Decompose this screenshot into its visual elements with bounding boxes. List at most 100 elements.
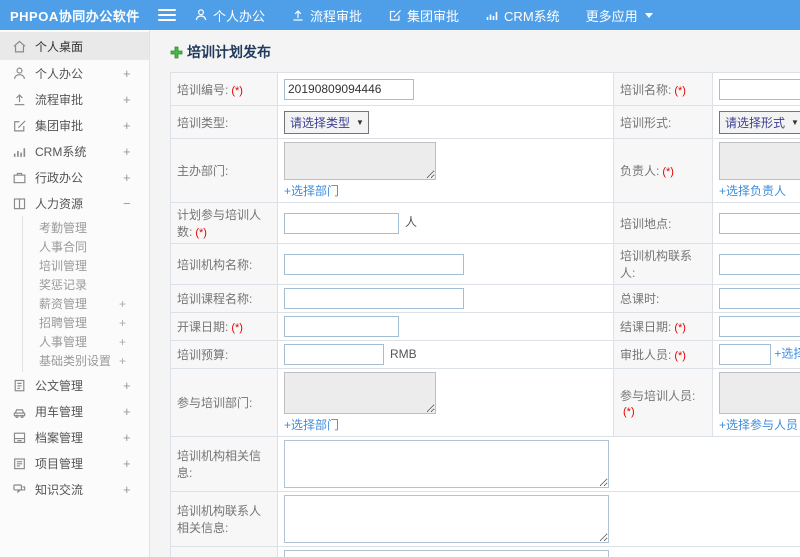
training-mode-label: 培训形式: [613, 105, 713, 139]
sidebar-item-admin-office[interactable]: 行政办公 + [0, 164, 149, 190]
host-dept-textarea[interactable] [284, 142, 436, 180]
planned-count-input[interactable] [284, 212, 399, 234]
approver-label: 审批人员: (*) [613, 340, 713, 369]
training-number-label: 培训编号: (*) [170, 72, 278, 106]
org-info-textarea[interactable] [284, 440, 609, 488]
nav-crm-system[interactable]: CRM系统 [485, 6, 560, 25]
sidebar-subitem-personnel[interactable]: 人事管理 + [23, 332, 149, 351]
nav-label: CRM系统 [504, 8, 560, 24]
total-hours-input[interactable] [719, 288, 800, 309]
sidebar-subitem-training[interactable]: 培训管理 [23, 256, 149, 275]
org-contact-label: 培训机构联系人: [613, 243, 713, 285]
training-name-input[interactable] [719, 78, 800, 100]
sidebar-subitem-attendance[interactable]: 考勤管理 [23, 218, 149, 237]
user-icon [12, 66, 27, 81]
hamburger-menu-icon[interactable] [158, 9, 176, 21]
sidebar: 个人桌面 个人办公 + 流程审批 + 集团审批 + CRM系统 + 行政办公 + [0, 30, 150, 557]
sidebar-item-hr[interactable]: 人力资源 − [0, 190, 149, 216]
approver-input[interactable] [719, 344, 771, 365]
nav-label: 个人办公 [213, 8, 266, 24]
budget-input[interactable] [284, 344, 384, 365]
location-label: 培训地点: [613, 202, 713, 244]
budget-label: 培训预算: [170, 340, 278, 369]
start-date-label: 开课日期: (*) [170, 312, 278, 341]
org-name-input[interactable] [284, 253, 464, 275]
sidebar-subitem-salary[interactable]: 薪资管理 + [23, 294, 149, 313]
green-plus-icon [170, 46, 183, 58]
top-nav: 个人办公 流程审批 集团审批 CRM系统 更多应用 [194, 6, 653, 25]
app-logo: PHPOA协同办公软件 [10, 8, 140, 24]
home-icon [12, 39, 27, 54]
sidebar-item-crm[interactable]: CRM系统 + [0, 138, 149, 164]
chart-icon [485, 8, 499, 22]
total-hours-label: 总课时: [613, 284, 713, 313]
requirement-label: 培训要求: [170, 546, 278, 557]
chat-icon [12, 482, 27, 497]
sidebar-item-document-mgmt[interactable]: 公文管理 + [0, 372, 149, 398]
training-name-label: 培训名称: (*) [613, 72, 713, 106]
document-icon [12, 378, 27, 393]
org-contact-info-label: 培训机构联系人相关信息: [170, 491, 278, 547]
training-plan-form: 培训编号:(*) 培训名称:(*) 培训类型: 请选择类型▼ 培训形式: 请选择… [170, 72, 800, 557]
location-input[interactable] [719, 212, 800, 234]
nav-group-approval[interactable]: 集团审批 [388, 6, 459, 25]
org-name-label: 培训机构名称: [170, 243, 278, 285]
sidebar-item-archive-mgmt[interactable]: 档案管理 + [0, 424, 149, 450]
sidebar-subitem-reward[interactable]: 奖惩记录 [23, 275, 149, 294]
training-mode-select[interactable]: 请选择形式 ▼ [719, 110, 800, 134]
sidebar-item-vehicle-mgmt[interactable]: 用车管理 + [0, 398, 149, 424]
training-type-label: 培训类型: [170, 105, 278, 139]
leader-textarea[interactable] [719, 142, 800, 180]
host-dept-label: 主办部门: [170, 138, 278, 203]
join-people-label: 参与培训人员:(*) [613, 368, 713, 437]
select-join-people-link[interactable]: +选择参与人员 [719, 418, 798, 432]
top-header: PHPOA协同办公软件 个人办公 流程审批 集团审批 CRM系统 更多应用 [0, 0, 800, 30]
sidebar-item-group-approval[interactable]: 集团审批 + [0, 112, 149, 138]
unit-ren: 人 [405, 215, 418, 230]
start-date-input[interactable] [284, 316, 399, 337]
join-people-textarea[interactable] [719, 372, 800, 414]
flow-icon [12, 92, 27, 107]
select-leader-link[interactable]: +选择负责人 [719, 184, 786, 198]
end-date-input[interactable] [719, 316, 800, 337]
training-number-input[interactable] [284, 78, 414, 100]
nav-more-apps[interactable]: 更多应用 [586, 6, 653, 25]
nav-personal-office[interactable]: 个人办公 [194, 6, 265, 25]
caret-down-icon [644, 12, 653, 18]
hr-submenu: 考勤管理 人事合同 培训管理 奖惩记录 薪资管理 + 招聘管理 + 人事管理 + 基础… [22, 216, 149, 372]
nav-label: 流程审批 [310, 8, 363, 24]
org-info-label: 培训机构相关信息: [170, 436, 278, 492]
org-contact-input[interactable] [719, 253, 800, 275]
page-title-row: 培训计划发布 [170, 42, 800, 62]
clipboard-icon [12, 456, 27, 471]
course-name-input[interactable] [284, 288, 464, 309]
sidebar-item-workflow-approval[interactable]: 流程审批 + [0, 86, 149, 112]
training-type-select[interactable]: 请选择类型 ▼ [284, 110, 369, 134]
nav-workflow-approval[interactable]: 流程审批 [291, 6, 362, 25]
sidebar-item-project-mgmt[interactable]: 项目管理 + [0, 450, 149, 476]
org-contact-info-textarea[interactable] [284, 495, 609, 543]
sidebar-subitem-base-category[interactable]: 基础类别设置 + [23, 351, 149, 370]
join-dept-textarea[interactable] [284, 372, 436, 414]
sidebar-item-personal-office[interactable]: 个人办公 + [0, 60, 149, 86]
sidebar-item-knowledge[interactable]: 知识交流 + [0, 476, 149, 502]
leader-label: 负责人: (*) [613, 138, 713, 203]
archive-icon [12, 430, 27, 445]
end-date-label: 结课日期: (*) [613, 312, 713, 341]
book-icon [12, 196, 27, 211]
select-arrow-icon: ▼ [791, 117, 799, 127]
select-dept-link[interactable]: +选择部门 [284, 184, 339, 198]
select-approver-link[interactable]: +选择审批人员 [774, 347, 800, 361]
sidebar-subitem-hr-contract[interactable]: 人事合同 [23, 237, 149, 256]
car-icon [12, 404, 27, 419]
page-title: 培训计划发布 [187, 44, 271, 60]
sidebar-item-personal-desktop[interactable]: 个人桌面 [0, 32, 149, 60]
requirement-textarea[interactable] [284, 550, 609, 557]
approve-icon [12, 118, 27, 133]
nav-label: 更多应用 [585, 8, 638, 24]
sidebar-subitem-recruit[interactable]: 招聘管理 + [23, 313, 149, 332]
select-join-dept-link[interactable]: +选择部门 [284, 418, 339, 432]
unit-rmb: RMB [390, 346, 417, 361]
briefcase-icon [12, 170, 27, 185]
user-icon [194, 8, 208, 22]
